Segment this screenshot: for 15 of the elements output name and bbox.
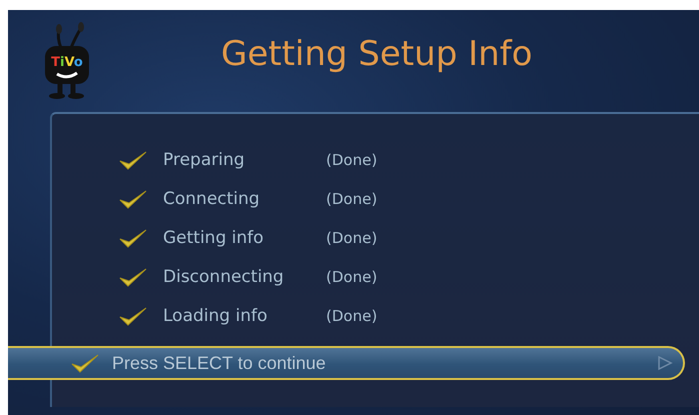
step-label: Disconnecting — [163, 266, 285, 286]
step-label: Connecting — [163, 188, 261, 208]
step-label: Preparing — [163, 150, 246, 170]
screen-title: Getting Setup Info — [221, 34, 532, 74]
step-status: (Done) — [326, 190, 378, 208]
step-label: Getting info — [163, 228, 265, 248]
step-status: (Done) — [326, 306, 378, 324]
check-icon — [70, 352, 100, 374]
step-status: (Done) — [326, 150, 378, 168]
step-status: (Done) — [326, 228, 378, 246]
step-status: (Done) — [326, 268, 378, 286]
play-arrow-icon — [657, 356, 673, 370]
step-label: Loading info — [163, 306, 268, 326]
logo-text: TiVo — [51, 55, 83, 70]
continue-button[interactable]: Press SELECT to continue — [8, 346, 685, 380]
